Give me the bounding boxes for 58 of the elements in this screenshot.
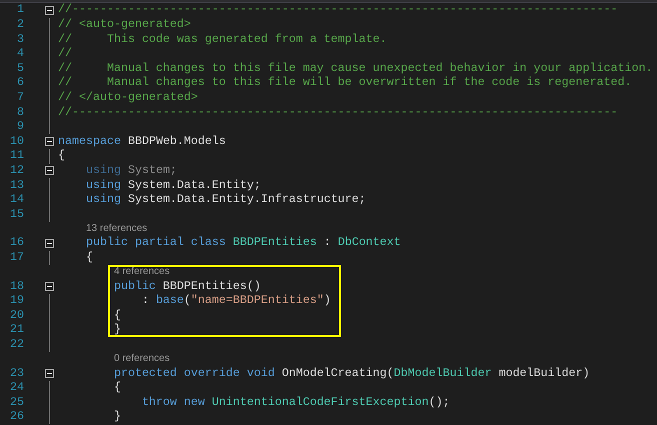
line-number: 16: [9, 237, 24, 250]
line-number: 7: [16, 92, 24, 104]
line-number: 25: [9, 396, 24, 408]
code-line: //------------------------------------------------------------------------------: [58, 106, 618, 118]
collapse-icon[interactable]: [45, 368, 54, 378]
line-number: 9: [16, 121, 24, 133]
code-line: //: [58, 48, 72, 60]
codelens-link[interactable]: 0 references: [114, 354, 170, 364]
line-number: 26: [9, 411, 24, 423]
code-line: }: [112, 324, 121, 336]
collapse-icon[interactable]: [45, 282, 54, 291]
code-line: public partial class BBDPEntities : DbContext: [84, 237, 401, 250]
line-number: 20: [9, 310, 24, 322]
collapse-icon[interactable]: [45, 238, 54, 248]
line-number: 6: [16, 77, 24, 90]
code-line: // This code was generated from a template.: [58, 34, 387, 46]
line-number: 5: [16, 62, 24, 74]
line-number: 10: [9, 136, 24, 148]
code-line: throw new UnintentionalCodeFirstException();: [140, 396, 450, 408]
code-line: using System.Data.Entity.Infrastructure;: [84, 194, 366, 206]
code-line: using System.Data.Entity;: [84, 180, 261, 192]
line-number: 21: [9, 324, 24, 336]
line-number: 13: [9, 180, 24, 192]
line-number: 18: [9, 280, 24, 292]
line-number: 14: [9, 194, 24, 206]
code-line: {: [84, 252, 93, 264]
code-line: namespace BBDPWeb.Models: [58, 136, 226, 148]
codelens-link[interactable]: 13 references: [86, 224, 148, 234]
line-number: 17: [9, 252, 24, 264]
line-number: 19: [9, 295, 24, 307]
collapse-icon[interactable]: [45, 6, 54, 15]
code-line: // Manual changes to this file may cause unexpected behavior in your application.: [58, 62, 653, 74]
code-line: public BBDPEntities(): [112, 280, 261, 292]
code-line: {: [112, 382, 121, 394]
line-number: 22: [9, 338, 24, 351]
code-line: // <auto-generated>: [58, 19, 191, 31]
code-line: {: [58, 150, 65, 162]
collapse-icon[interactable]: [45, 137, 54, 146]
line-number: 2: [16, 19, 24, 31]
codelens-link[interactable]: 4 references: [114, 267, 170, 278]
code-line: }: [112, 411, 121, 423]
line-number: 23: [9, 368, 24, 380]
line-number: 4: [16, 48, 24, 60]
line-number: 11: [9, 150, 24, 162]
line-number: 15: [9, 208, 24, 220]
line-number: 24: [9, 382, 24, 394]
collapse-icon[interactable]: [45, 166, 54, 176]
line-number: 8: [16, 106, 24, 118]
code-line: protected override void OnModelCreating(DbModelBuilder modelBuilder): [112, 368, 590, 380]
code-line: using System;: [84, 164, 177, 177]
line-number: 1: [16, 4, 24, 16]
code-line: {: [112, 310, 121, 322]
code-line: //------------------------------------------------------------------------------: [58, 4, 618, 16]
code-line: // </auto-generated>: [58, 92, 198, 104]
line-number: 3: [16, 34, 24, 46]
line-number: 12: [9, 164, 24, 177]
code-line: : base("name=BBDPEntities"): [140, 295, 331, 307]
code-line: // Manual changes to this file will be overwritten if the code is regenerated.: [58, 77, 632, 90]
